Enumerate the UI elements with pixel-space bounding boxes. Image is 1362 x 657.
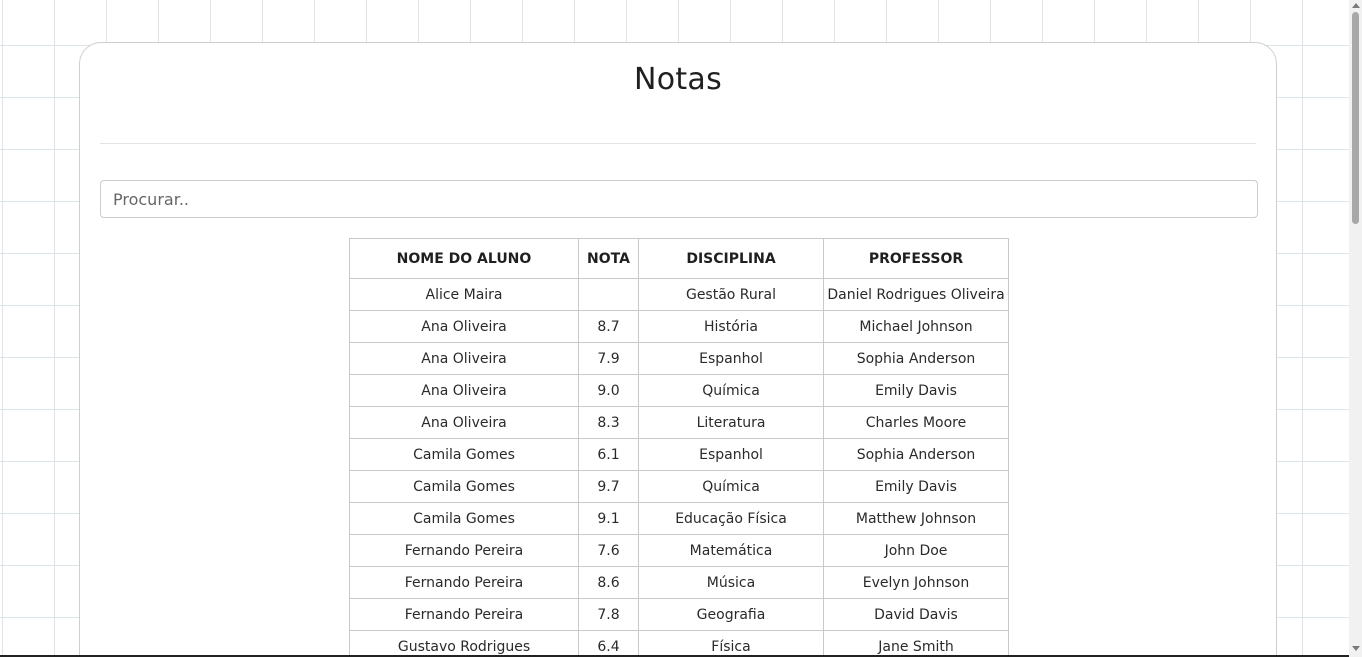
cell-student: Camila Gomes — [349, 502, 579, 535]
table-row: Camila Gomes 6.1 Espanhol Sophia Anderso… — [349, 438, 1009, 471]
cell-grade: 6.1 — [578, 438, 639, 471]
cell-grade: 7.8 — [578, 598, 639, 631]
cell-subject: Física — [638, 630, 824, 657]
grades-card: Notas NOME DO ALUNO NOTA DISCIPLINA PROF… — [79, 42, 1277, 657]
cell-grade: 9.0 — [578, 374, 639, 407]
table-row: Ana Oliveira 8.3 Literatura Charles Moor… — [349, 406, 1009, 439]
cell-teacher: Sophia Anderson — [823, 342, 1009, 375]
cell-subject: História — [638, 310, 824, 343]
cell-student: Ana Oliveira — [349, 342, 579, 375]
column-header-grade[interactable]: NOTA — [578, 238, 639, 279]
cell-teacher: Charles Moore — [823, 406, 1009, 439]
cell-student: Fernando Pereira — [349, 598, 579, 631]
column-header-subject[interactable]: DISCIPLINA — [638, 238, 824, 279]
cell-subject: Espanhol — [638, 438, 824, 471]
cell-subject: Educação Física — [638, 502, 824, 535]
cell-subject: Geografia — [638, 598, 824, 631]
cell-grade: 8.7 — [578, 310, 639, 343]
scroll-down-arrow-icon[interactable] — [1352, 646, 1360, 651]
cell-subject: Química — [638, 374, 824, 407]
cell-grade: 6.4 — [578, 630, 639, 657]
cell-teacher: Matthew Johnson — [823, 502, 1009, 535]
cell-teacher: Emily Davis — [823, 374, 1009, 407]
cell-subject: Química — [638, 470, 824, 503]
cell-student: Camila Gomes — [349, 438, 579, 471]
cell-grade: 9.7 — [578, 470, 639, 503]
cell-teacher: Daniel Rodrigues Oliveira — [823, 278, 1009, 311]
search-input[interactable] — [100, 180, 1258, 218]
scrollbar-thumb[interactable] — [1352, 12, 1359, 224]
cell-student: Ana Oliveira — [349, 406, 579, 439]
cell-subject: Literatura — [638, 406, 824, 439]
cell-grade: 7.6 — [578, 534, 639, 567]
cell-grade: 9.1 — [578, 502, 639, 535]
table-row: Gustavo Rodrigues 6.4 Física Jane Smith — [349, 630, 1009, 657]
table-row: Fernando Pereira 8.6 Música Evelyn Johns… — [349, 566, 1009, 599]
cell-student: Alice Maira — [349, 278, 579, 311]
cell-grade — [578, 278, 639, 311]
title-divider — [100, 143, 1256, 144]
table-row: Alice Maira Gestão Rural Daniel Rodrigue… — [349, 278, 1009, 311]
cell-subject: Espanhol — [638, 342, 824, 375]
table-header-row: NOME DO ALUNO NOTA DISCIPLINA PROFESSOR — [349, 238, 1009, 279]
cell-student: Fernando Pereira — [349, 534, 579, 567]
table-row: Fernando Pereira 7.6 Matemática John Doe — [349, 534, 1009, 567]
table-row: Camila Gomes 9.1 Educação Física Matthew… — [349, 502, 1009, 535]
table-row: Camila Gomes 9.7 Química Emily Davis — [349, 470, 1009, 503]
cell-student: Fernando Pereira — [349, 566, 579, 599]
column-header-student[interactable]: NOME DO ALUNO — [349, 238, 579, 279]
cell-teacher: Sophia Anderson — [823, 438, 1009, 471]
cell-student: Camila Gomes — [349, 470, 579, 503]
table-row: Fernando Pereira 7.8 Geografia David Dav… — [349, 598, 1009, 631]
cell-teacher: Emily Davis — [823, 470, 1009, 503]
cell-grade: 8.3 — [578, 406, 639, 439]
grades-table: NOME DO ALUNO NOTA DISCIPLINA PROFESSOR … — [349, 238, 1009, 657]
cell-grade: 8.6 — [578, 566, 639, 599]
page-title: Notas — [633, 62, 723, 97]
cell-subject: Matemática — [638, 534, 824, 567]
cell-subject: Gestão Rural — [638, 278, 824, 311]
cell-student: Ana Oliveira — [349, 374, 579, 407]
cell-student: Gustavo Rodrigues — [349, 630, 579, 657]
cell-subject: Música — [638, 566, 824, 599]
cell-teacher: David Davis — [823, 598, 1009, 631]
cell-teacher: John Doe — [823, 534, 1009, 567]
column-header-teacher[interactable]: PROFESSOR — [823, 238, 1009, 279]
scroll-up-arrow-icon[interactable] — [1352, 3, 1360, 8]
cell-teacher: Michael Johnson — [823, 310, 1009, 343]
table-row: Ana Oliveira 9.0 Química Emily Davis — [349, 374, 1009, 407]
page-scrollbar[interactable] — [1349, 0, 1362, 657]
cell-teacher: Jane Smith — [823, 630, 1009, 657]
table-row: Ana Oliveira 7.9 Espanhol Sophia Anderso… — [349, 342, 1009, 375]
table-row: Ana Oliveira 8.7 História Michael Johnso… — [349, 310, 1009, 343]
cell-grade: 7.9 — [578, 342, 639, 375]
cell-teacher: Evelyn Johnson — [823, 566, 1009, 599]
cell-student: Ana Oliveira — [349, 310, 579, 343]
